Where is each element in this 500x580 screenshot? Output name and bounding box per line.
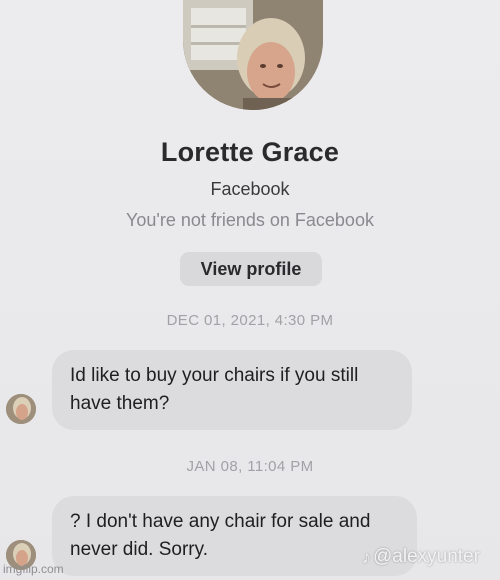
sender-avatar[interactable] <box>6 394 36 424</box>
messenger-screen: Lorette Grace Facebook You're not friend… <box>0 0 500 580</box>
contact-name: Lorette Grace <box>160 137 340 167</box>
message-bubble[interactable]: Id like to buy your chairs if you still … <box>52 350 412 430</box>
view-profile-button[interactable]: View profile <box>180 252 322 286</box>
tiktok-handle: @alexyunter <box>373 546 480 567</box>
message-timestamp: JAN 08, 11:04 PM <box>186 458 314 475</box>
tiktok-icon: ♪ <box>362 546 371 567</box>
tiktok-watermark: ♪ @alexyunter <box>362 546 480 568</box>
friend-status: You're not friends on Facebook <box>126 210 374 230</box>
profile-avatar[interactable] <box>183 0 323 110</box>
contact-platform: Facebook <box>210 179 290 199</box>
message-timestamp: DEC 01, 2021, 4:30 PM <box>166 312 334 329</box>
imgflip-watermark: imgflip.com <box>3 562 64 576</box>
